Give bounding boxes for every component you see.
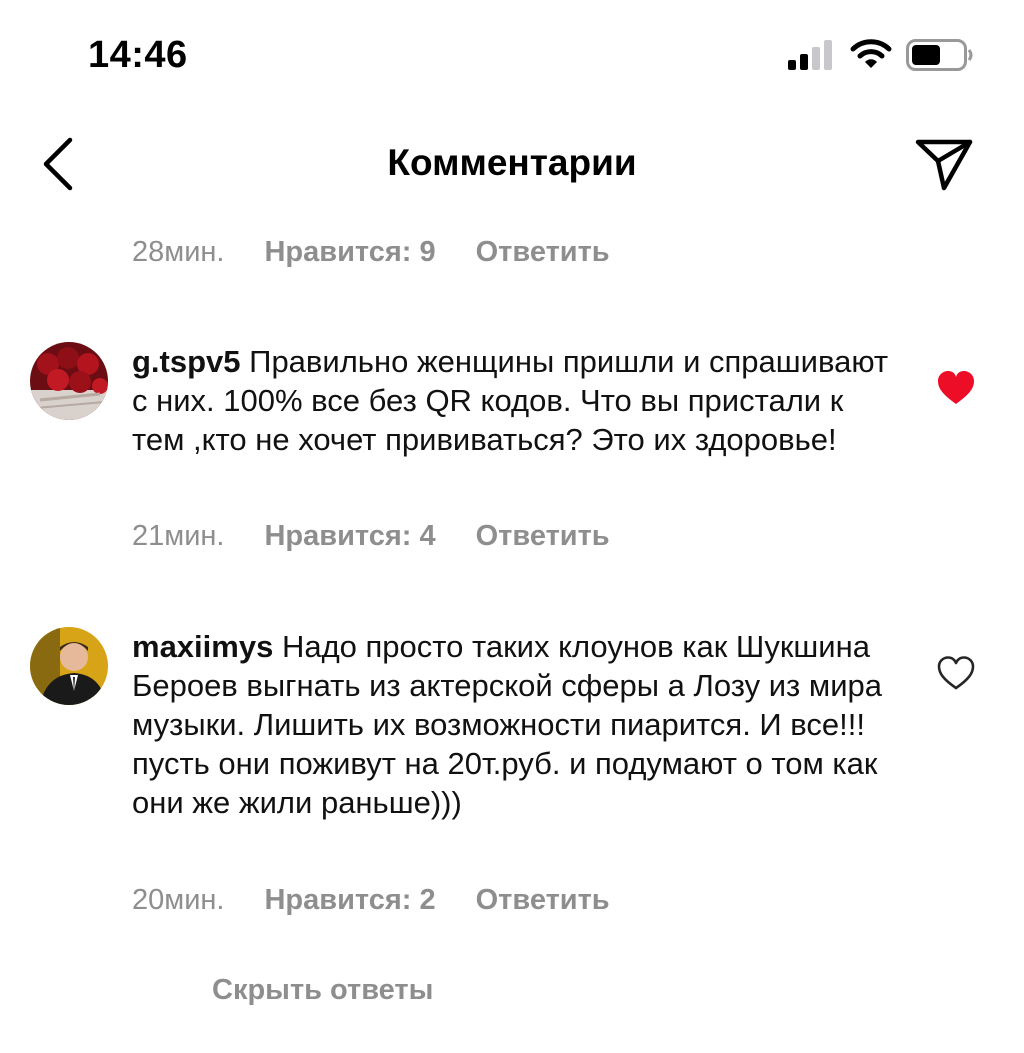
comment-time: 20мин. xyxy=(132,884,225,916)
status-bar: 14:46 xyxy=(0,0,1024,110)
signal-icon xyxy=(788,40,832,70)
avatar[interactable] xyxy=(30,627,108,705)
comment-username[interactable]: g.tspv5 xyxy=(132,344,241,379)
page-title: Комментарии xyxy=(387,142,637,183)
heart-outline-icon[interactable] xyxy=(936,655,976,691)
send-icon[interactable] xyxy=(912,134,976,194)
comment-body: Правильно женщины пришли и спрашивают с … xyxy=(132,344,889,457)
avatar[interactable] xyxy=(30,342,108,420)
reply-button[interactable]: Ответить xyxy=(476,236,610,269)
likes-count[interactable]: Нравится: 4 xyxy=(264,520,435,553)
likes-count[interactable]: Нравится: 2 xyxy=(264,884,435,917)
comment-text: maxiimys Надо просто таких клоунов как Ш… xyxy=(132,627,892,822)
comments-header: Комментарии xyxy=(0,120,1024,210)
reply-button[interactable]: Ответить xyxy=(476,520,610,553)
likes-count[interactable]: Нравится: 9 xyxy=(264,236,435,269)
wifi-icon xyxy=(850,39,892,68)
comment-meta: 20мин. Нравится: 2 Ответить xyxy=(132,884,610,917)
comment-username[interactable]: maxiimys xyxy=(132,629,273,664)
comment-text: g.tspv5 Правильно женщины пришли и спраш… xyxy=(132,342,892,459)
status-time: 14:46 xyxy=(88,34,188,76)
comment-meta: 28мин. Нравится: 9 Ответить xyxy=(132,236,610,269)
heart-filled-icon[interactable] xyxy=(936,370,976,406)
battery-icon xyxy=(906,39,973,71)
reply-button[interactable]: Ответить xyxy=(476,884,610,917)
hide-replies-button[interactable]: Скрыть ответы xyxy=(212,974,433,1007)
comment-time: 21мин. xyxy=(132,520,225,552)
comment-time: 28мин. xyxy=(132,236,225,268)
comment-meta: 21мин. Нравится: 4 Ответить xyxy=(132,520,610,553)
